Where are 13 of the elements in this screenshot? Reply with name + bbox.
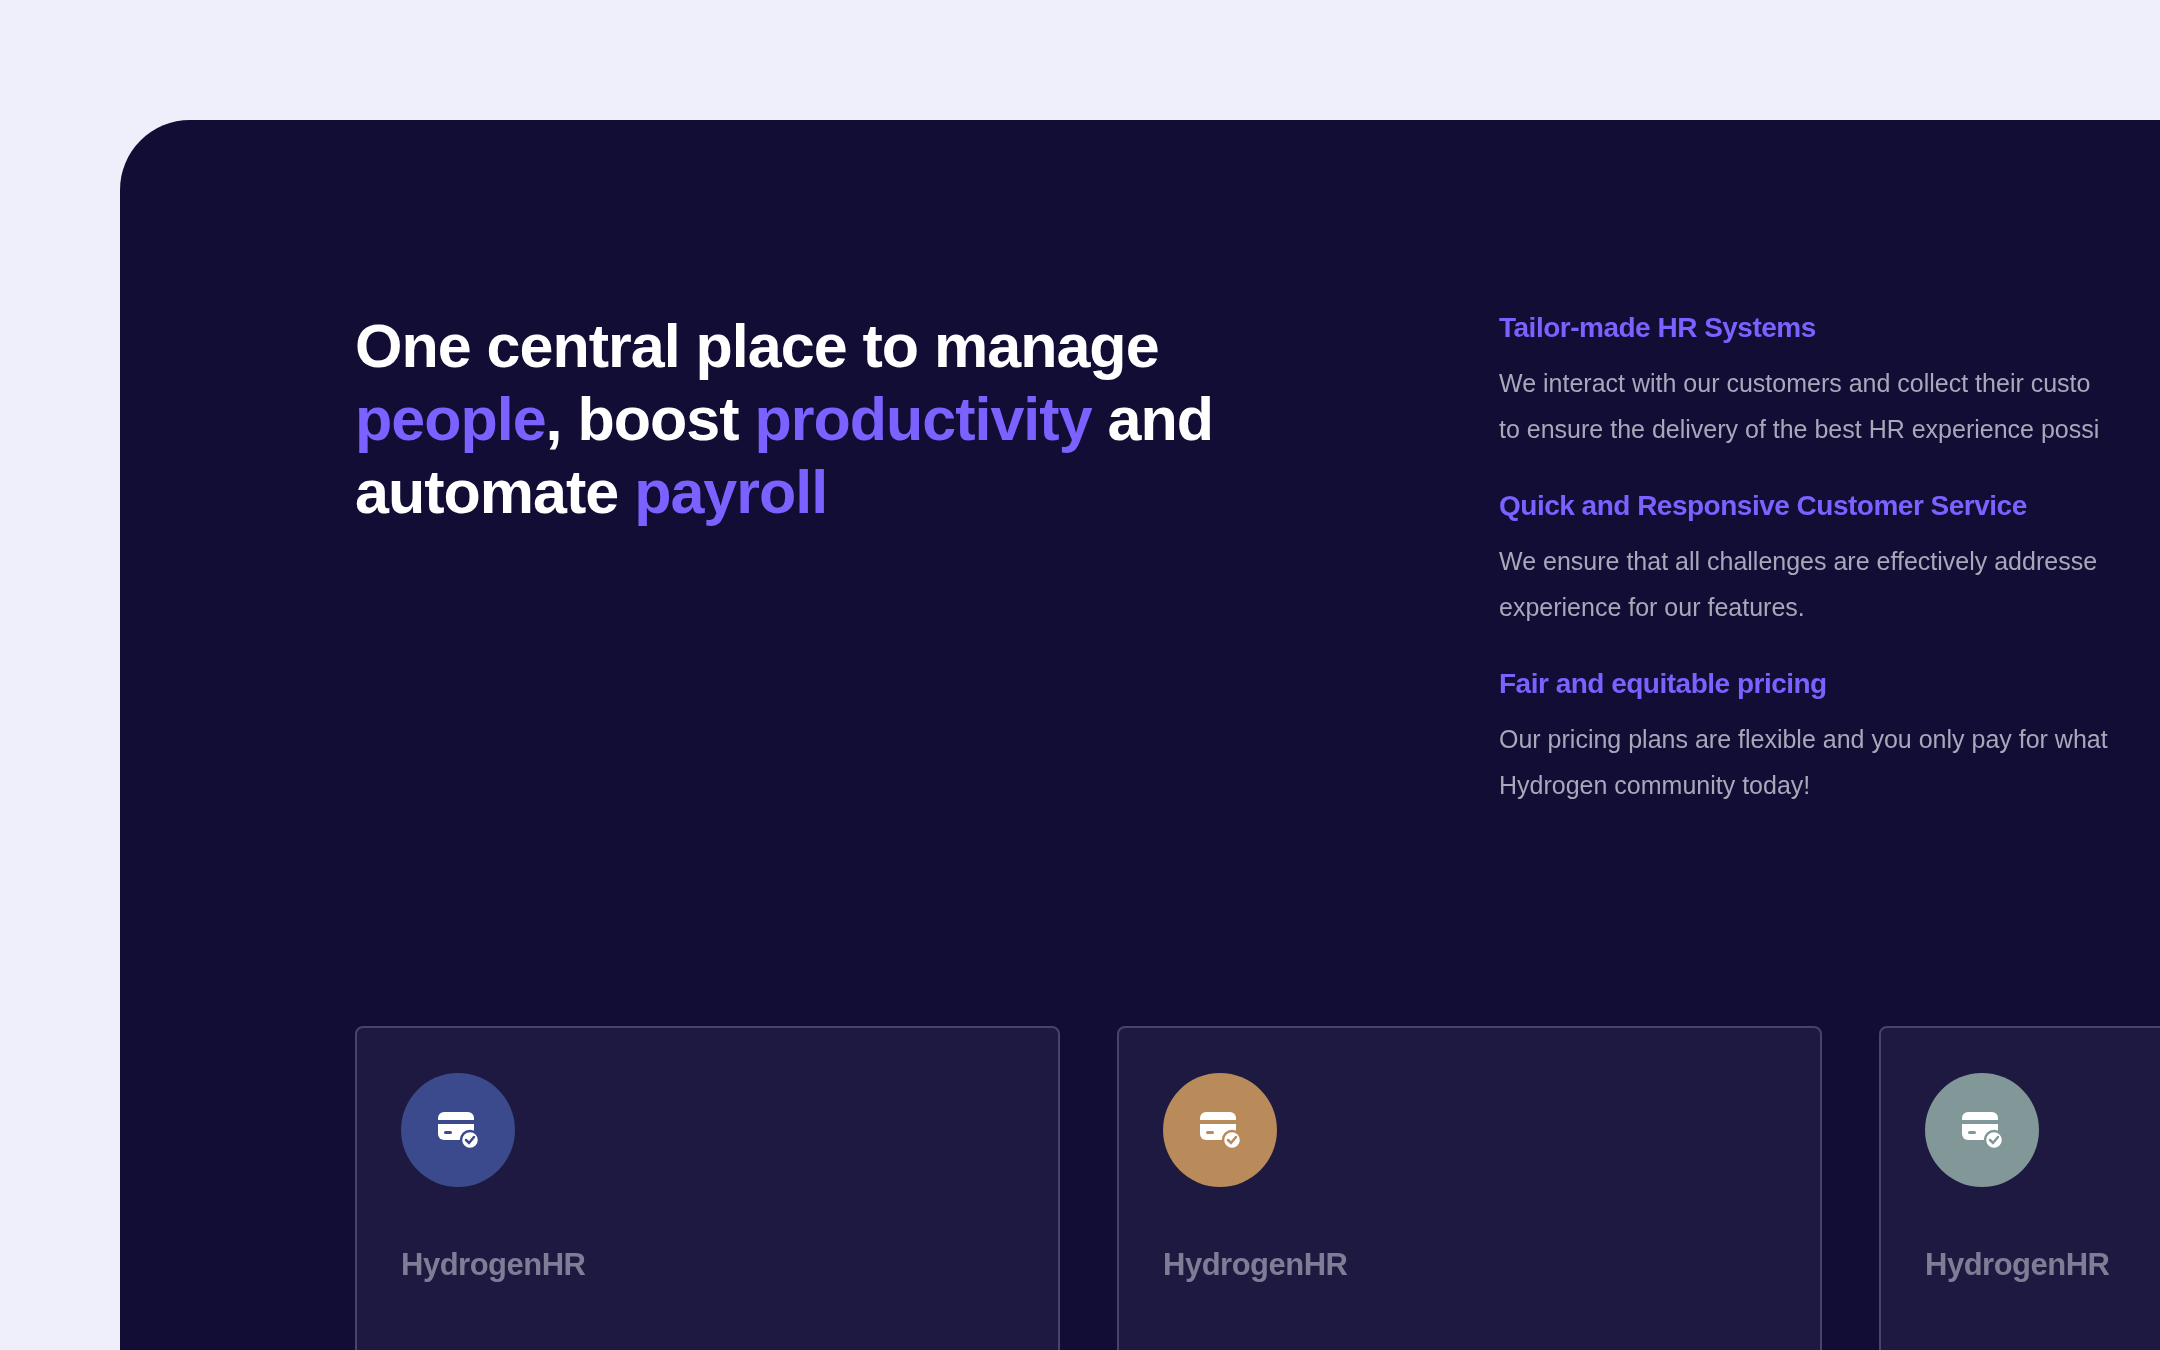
card-check-icon [436,1110,480,1150]
feature-title: Quick and Responsive Customer Service [1499,489,2028,523]
feature-title: Tailor-made HR Systems [1499,311,1817,345]
brand-label: HydrogenHR [1163,1247,1348,1283]
card-check-icon [1198,1110,1242,1150]
brand-label: HydrogenHR [1925,1247,2110,1283]
headline: One central place to manage people, boost productivity and automate payroll [355,311,1214,528]
feature-description: We ensure that all challenges are effectively addresse experience for our features. [1499,546,2099,623]
feature-description: Our pricing plans are flexible and you only pay for what Hydrogen community today! [1499,724,2108,801]
card-check-icon [1960,1110,2004,1150]
brand-label: HydrogenHR [401,1247,586,1283]
feature-description: We interact with our customers and collect their custo to ensure the delivery of the best HR experience possi [1499,368,2101,445]
feature-title: Fair and equitable pricing [1499,667,1828,701]
